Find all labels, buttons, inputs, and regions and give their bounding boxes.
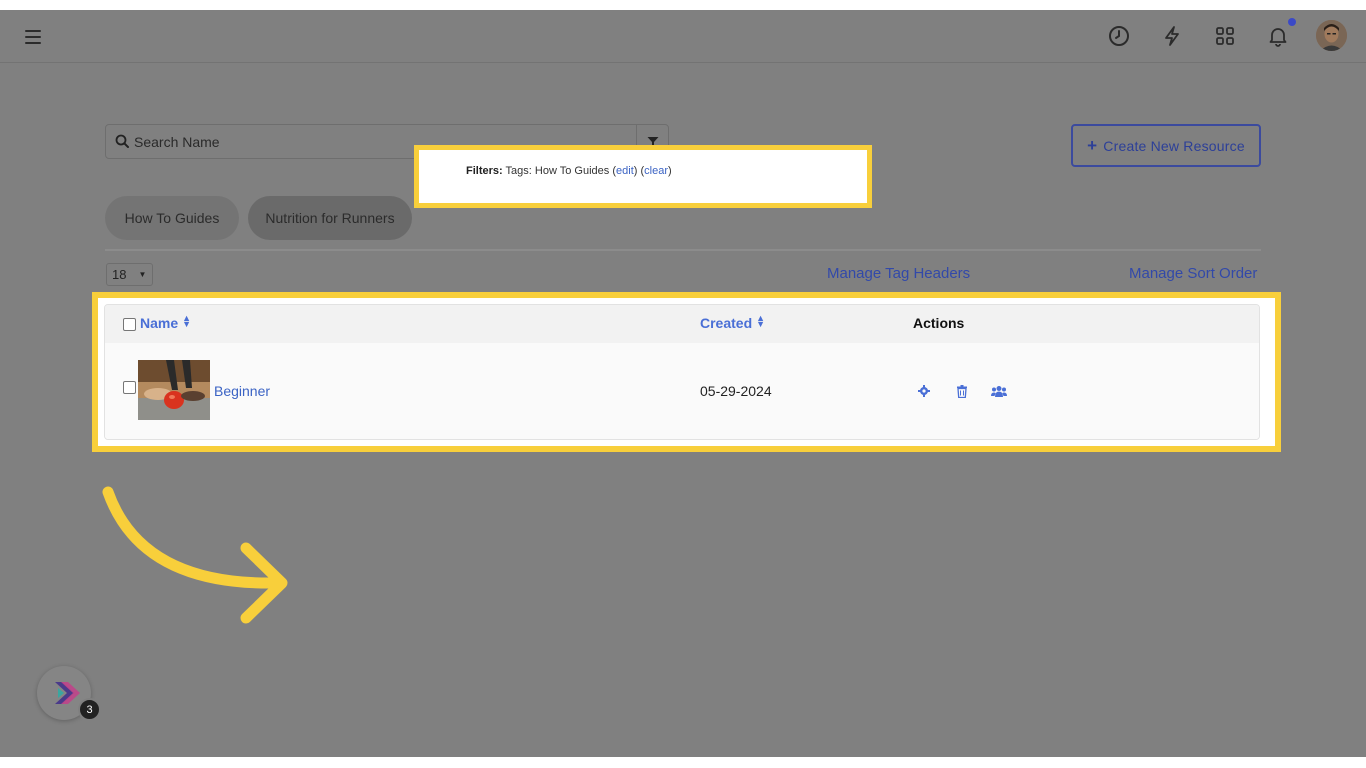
page-size-value: 18 <box>112 267 127 282</box>
table-header: Name ▲ ▼ Created ▲ ▼ Actions <box>105 305 1259 343</box>
search-icon <box>115 134 129 153</box>
tag-label: Nutrition for Runners <box>265 210 395 226</box>
table-highlight: Name ▲ ▼ Created ▲ ▼ Actions Beginner 05… <box>92 292 1281 452</box>
clock-icon[interactable] <box>1106 23 1132 49</box>
column-name-label: Name <box>140 315 179 331</box>
sort-icon: ▲ ▼ <box>182 313 192 329</box>
gear-icon[interactable] <box>916 383 932 399</box>
grid-icon[interactable] <box>1212 23 1238 49</box>
filters-summary: Filters: Tags: How To Guides (edit) (cle… <box>466 165 672 177</box>
filters-clear-link[interactable]: clear <box>644 165 668 177</box>
plus-icon: + <box>1087 135 1098 155</box>
table-row: Beginner 05-29-2024 <box>105 343 1259 439</box>
arrow-annotation <box>102 486 288 624</box>
app-window: + Create New Resource How To Guides Nutr… <box>0 10 1366 757</box>
users-icon[interactable] <box>990 383 1008 399</box>
top-bar <box>0 10 1366 63</box>
bolt-icon[interactable] <box>1159 23 1185 49</box>
notification-dot <box>1288 18 1296 26</box>
trash-icon[interactable] <box>954 383 970 399</box>
tag-label: How To Guides <box>124 210 220 226</box>
filters-edit-link[interactable]: edit <box>616 165 634 177</box>
page-size-select[interactable]: 18 ▼ <box>106 263 153 286</box>
column-created[interactable]: Created ▲ ▼ <box>700 313 766 332</box>
bell-icon[interactable] <box>1265 23 1291 49</box>
filters-label: Filters: <box>466 165 503 177</box>
sort-icon: ▲ ▼ <box>756 313 766 329</box>
hamburger-icon[interactable] <box>22 25 46 49</box>
column-name[interactable]: Name ▲ ▼ <box>140 313 192 332</box>
manage-sort-order-link[interactable]: Manage Sort Order <box>1129 265 1257 282</box>
caret-down-icon: ▼ <box>138 270 147 279</box>
filters-summary-highlight: Filters: Tags: How To Guides (edit) (cle… <box>414 145 872 208</box>
resources-table: Name ▲ ▼ Created ▲ ▼ Actions Beginner 05… <box>104 304 1260 440</box>
column-created-label: Created <box>700 315 753 331</box>
divider <box>105 249 1261 251</box>
manage-tag-headers-link[interactable]: Manage Tag Headers <box>827 265 970 282</box>
resource-thumbnail[interactable] <box>138 360 210 420</box>
created-date: 05-29-2024 <box>700 383 772 399</box>
create-button-label: Create New Resource <box>1103 137 1245 154</box>
filters-tags-text: Tags: How To Guides <box>505 165 610 177</box>
create-new-resource-button[interactable]: + Create New Resource <box>1071 124 1261 167</box>
column-actions: Actions <box>913 315 965 331</box>
row-checkbox[interactable] <box>123 381 136 394</box>
select-all-checkbox[interactable] <box>123 318 136 331</box>
tag-nutrition-for-runners[interactable]: Nutrition for Runners <box>248 196 412 240</box>
user-avatar[interactable] <box>1316 20 1347 51</box>
tag-how-to-guides[interactable]: How To Guides <box>105 196 239 240</box>
launcher-badge: 3 <box>78 698 101 721</box>
resource-name-link[interactable]: Beginner <box>214 383 270 399</box>
